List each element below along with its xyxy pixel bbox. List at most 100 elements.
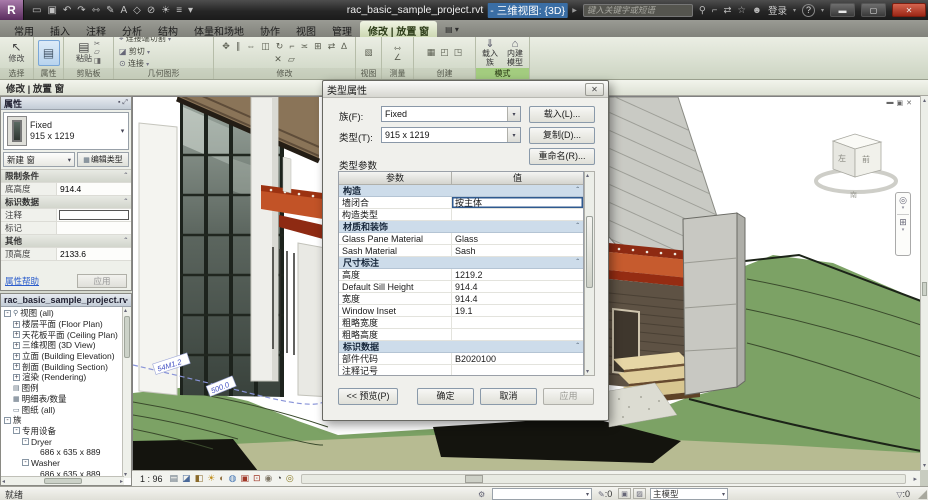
open-icon[interactable]: ▭	[32, 5, 41, 16]
cancel-button[interactable]: 取消	[480, 388, 537, 405]
tree-expander-icon[interactable]: -	[4, 309, 11, 317]
search-icon[interactable]: ⚲	[699, 5, 706, 16]
duplicate-button[interactable]: 复制(D)...	[529, 127, 595, 144]
property-row[interactable]: 顶高度 2133.6	[1, 248, 131, 261]
tree-expander-icon[interactable]: +	[13, 341, 20, 349]
paste-button[interactable]: ▤ 粘贴	[76, 41, 92, 64]
table-scrollbar[interactable]: ▴ ▾	[584, 171, 595, 376]
property-row[interactable]: 注释	[1, 209, 131, 222]
browser-horizontal-scrollbar[interactable]: ◂ ▸	[1, 476, 124, 485]
type-combo[interactable]: 915 x 1219 ▾	[381, 127, 521, 143]
view-scale-button[interactable]: 1 : 96	[140, 474, 163, 484]
key-icon[interactable]: ⌐	[712, 5, 718, 16]
match-icon[interactable]: ◨	[94, 56, 101, 66]
scroll-down-icon[interactable]: ▾	[124, 471, 127, 478]
thin-lines-icon[interactable]: ≡	[176, 5, 182, 16]
pin-icon[interactable]: ∆	[341, 41, 347, 52]
dialog-close-button[interactable]: ✕	[585, 82, 604, 96]
apply-button[interactable]: 应用	[543, 388, 594, 405]
editable-indicator[interactable]: ✎ :0	[598, 488, 612, 500]
param-row[interactable]: Glass Pane Material Glass	[339, 233, 583, 245]
scroll-up-icon[interactable]: ▴	[124, 307, 127, 314]
help-dropdown-icon[interactable]: ▾	[821, 7, 824, 14]
param-row[interactable]: 构造类型	[339, 209, 583, 221]
view3d-icon[interactable]: ◇	[133, 5, 141, 16]
scrollbar-thumb[interactable]	[124, 316, 130, 358]
param-row[interactable]: 尺寸标注	[339, 257, 583, 269]
rename-button[interactable]: 重命名(R)...	[529, 148, 595, 165]
favorites-icon[interactable]: ☆	[737, 5, 746, 16]
ribbon-tab[interactable]: 管理	[324, 21, 360, 38]
view-restore-icon[interactable]: ▣	[897, 99, 904, 107]
ribbon-tab[interactable]: 插入	[42, 21, 78, 38]
mirror-icon[interactable]: ◫	[261, 41, 270, 52]
sign-in-button[interactable]: 登录	[768, 3, 787, 17]
navbar-chevron-icon[interactable]: ▾	[902, 205, 905, 212]
search-collapse-icon[interactable]: ▶	[572, 7, 577, 14]
scroll-right-icon[interactable]: ▸	[913, 475, 920, 483]
ribbon-tab[interactable]: 体量和场地	[186, 21, 252, 38]
project-browser-header[interactable]: rac_basic_sample_project.rvt - ... ▪	[1, 294, 131, 307]
view-close-icon[interactable]: ✕	[906, 99, 912, 107]
tree-expander-icon[interactable]: -	[22, 459, 29, 467]
shadows-icon[interactable]: ◐	[219, 473, 224, 484]
help-button[interactable]: ?	[801, 3, 815, 17]
exchange-icon[interactable]: ⇄	[723, 5, 731, 16]
paste2-icon[interactable]: ▱	[288, 54, 295, 65]
property-row[interactable]: 标记	[1, 222, 131, 235]
param-row[interactable]: 墙闭合 按主体	[339, 197, 583, 209]
property-row[interactable]: 其他	[1, 235, 131, 248]
load-button[interactable]: 载入(L)...	[529, 106, 595, 123]
graphics-options-icon[interactable]: ▤	[170, 473, 179, 484]
navigation-bar[interactable]: ◎ ▾ ⊞ ▾	[895, 192, 911, 256]
family-combo[interactable]: Fixed ▾	[381, 106, 521, 122]
param-row[interactable]: 宽度 914.4	[339, 293, 583, 305]
view-minimize-icon[interactable]: ▬	[887, 99, 894, 107]
tree-item[interactable]: + 渲染 (Rendering)	[2, 372, 124, 383]
param-row[interactable]: 标识数据	[339, 341, 583, 353]
tree-expander-icon[interactable]: +	[13, 363, 20, 371]
crop-view-icon[interactable]: ▣	[240, 473, 249, 484]
move-icon[interactable]: ✥	[222, 41, 230, 52]
ribbon-tab[interactable]: 结构	[150, 21, 186, 38]
tree-item[interactable]: ▦ 明细表/数量	[2, 394, 124, 405]
parts-icon[interactable]: ◳	[454, 47, 463, 58]
scroll-up-icon[interactable]: ▴	[921, 97, 928, 104]
filter-indicator[interactable]: ▽ :0	[896, 488, 910, 500]
rendering-icon[interactable]: ◍	[229, 473, 237, 484]
crop-region-icon[interactable]: ⊡	[253, 473, 261, 484]
ok-button[interactable]: 确定	[417, 388, 474, 405]
property-row[interactable]: 标识数据	[1, 196, 131, 209]
resize-grip[interactable]	[918, 490, 927, 499]
status-button-icon[interactable]: ▣	[618, 488, 631, 499]
scroll-up-icon[interactable]: ▴	[586, 172, 589, 179]
design-option-combo[interactable]: 主模型 ▾	[650, 488, 728, 500]
tree-expander-icon[interactable]: -	[22, 438, 29, 446]
property-row[interactable]: 限制条件	[1, 170, 131, 183]
param-row[interactable]: Sash Material Sash	[339, 245, 583, 257]
ribbon-tab[interactable]: 协作	[252, 21, 288, 38]
tree-expander-icon[interactable]: -	[4, 416, 11, 424]
geometry-tool[interactable]: ⌖ 连接端切割 ▾	[119, 37, 171, 46]
scrollbar-thumb[interactable]	[464, 474, 483, 483]
measure-icon[interactable]: ⇿	[92, 5, 100, 16]
steering-wheel-icon[interactable]: ◎	[899, 195, 907, 205]
viewport-horizontal-scrollbar[interactable]	[300, 473, 907, 484]
ribbon-tab[interactable]: 视图	[288, 21, 324, 38]
close-button[interactable]: ✕	[892, 3, 926, 17]
group-icon[interactable]: ▦	[427, 47, 436, 58]
zoom-tool-icon[interactable]: ⊞	[899, 217, 907, 227]
signin-dropdown-icon[interactable]: ▾	[793, 7, 796, 14]
edit-type-button[interactable]: ▦ 编辑类型	[77, 152, 129, 167]
type-selector[interactable]: Fixed 915 x 1219 ▾	[3, 112, 129, 150]
param-row[interactable]: 注释记号	[339, 365, 583, 375]
rotate-icon[interactable]: ↻	[276, 41, 284, 52]
palette-pin-icon[interactable]: ▪ ⤢	[118, 99, 128, 107]
sun-icon[interactable]: ☀	[161, 5, 170, 16]
detail-level-icon[interactable]: ◪	[182, 473, 191, 484]
tree-item[interactable]: - Washer	[2, 458, 124, 469]
scroll-down-icon[interactable]: ▾	[921, 462, 928, 469]
view-switcher-icon[interactable]: ▤ ▾	[445, 25, 459, 37]
properties-apply-button[interactable]: 应用	[77, 274, 127, 288]
trim-icon[interactable]: ⌐	[289, 41, 294, 52]
